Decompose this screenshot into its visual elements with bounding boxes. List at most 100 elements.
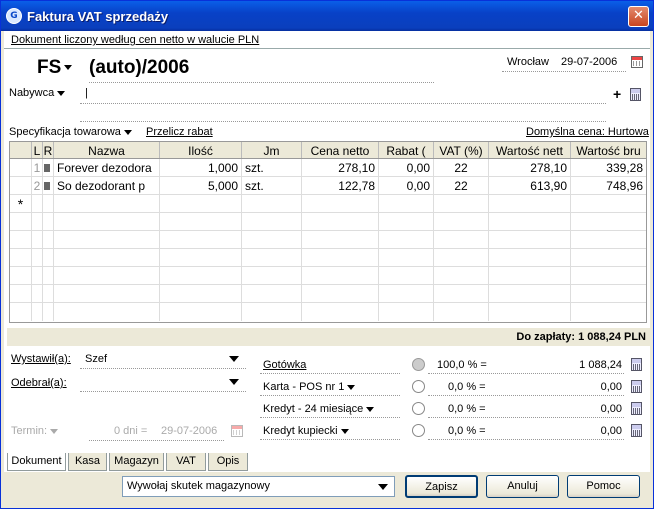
help-button[interactable]: Pomoc	[567, 475, 640, 498]
term-date: 29-07-2006	[161, 425, 218, 437]
empty-row	[10, 267, 646, 285]
buyer-selector[interactable]: Nabywca	[9, 87, 66, 99]
empty-row	[10, 285, 646, 303]
item-name[interactable]: So dezodorant p	[54, 177, 160, 194]
default-price-link[interactable]: Domyślna cena: Hurtowa	[526, 126, 649, 138]
divider	[428, 417, 624, 418]
payment-radio[interactable]	[412, 358, 425, 371]
tab-dokument[interactable]: Dokument	[7, 453, 66, 471]
chevron-down-icon	[347, 384, 356, 390]
payment-method: Karta - POS nr 1	[263, 381, 345, 393]
term-days: 0 dni =	[114, 425, 148, 437]
item-vat[interactable]: 22	[434, 159, 489, 176]
header-indicator	[10, 142, 32, 158]
calculator-icon[interactable]	[631, 424, 642, 437]
payment-method[interactable]: Gotówka	[263, 359, 306, 371]
payment-amount[interactable]: 0,00	[529, 425, 622, 437]
items-table: L R Nazwa Ilość Jm Cena netto Rabat ( VA…	[9, 141, 647, 323]
document-panel: Dokument liczony według cen netto w walu…	[4, 31, 650, 472]
issued-by-combo[interactable]: Szef	[85, 353, 107, 365]
item-vat[interactable]: 22	[434, 177, 489, 194]
column-header[interactable]: L	[32, 142, 43, 158]
payment-method-selector[interactable]: Kredyt kupiecki	[263, 425, 349, 437]
column-header[interactable]: Wartość bru	[571, 142, 646, 158]
payment-percent[interactable]: 0,0 % =	[448, 381, 486, 393]
payment-percent[interactable]: 0,0 % =	[448, 403, 486, 415]
close-button[interactable]: ✕	[628, 6, 649, 27]
chevron-down-icon[interactable]	[229, 356, 239, 362]
column-header[interactable]: Cena netto	[302, 142, 379, 158]
payment-method-selector[interactable]: Kredyt - 24 miesiące	[263, 403, 375, 415]
column-header[interactable]: Jm	[242, 142, 302, 158]
calculator-icon[interactable]	[631, 402, 642, 415]
payment-amount[interactable]: 1 088,24	[529, 359, 622, 371]
payment-method: Kredyt - 24 miesiące	[263, 403, 364, 415]
chevron-down-icon[interactable]	[229, 379, 239, 385]
item-net[interactable]: 613,90	[489, 177, 571, 194]
buyer-card-icon[interactable]	[630, 88, 641, 101]
spec-label: Specyfikacja towarowa	[9, 126, 121, 138]
doc-type-selector[interactable]: FS	[37, 57, 73, 79]
date-field[interactable]: 29-07-2006	[561, 56, 617, 68]
place-field[interactable]: Wrocław	[507, 56, 549, 68]
chevron-down-icon	[366, 406, 375, 412]
item-name[interactable]: Forever dezodora	[54, 159, 160, 176]
item-unit[interactable]: szt.	[242, 177, 302, 194]
column-header[interactable]: VAT (%)	[434, 142, 489, 158]
table-row[interactable]: 2 So dezodorant p 5,000 szt. 122,78 0,00…	[10, 177, 646, 195]
item-gross[interactable]: 339,28	[571, 159, 646, 176]
chevron-down-icon	[123, 129, 132, 135]
divider	[4, 48, 650, 49]
column-header[interactable]: Rabat (	[379, 142, 434, 158]
divider	[260, 439, 400, 440]
payment-radio[interactable]	[412, 380, 425, 393]
item-qty[interactable]: 1,000	[160, 159, 242, 176]
item-unit[interactable]: szt.	[242, 159, 302, 176]
payment-radio[interactable]	[412, 424, 425, 437]
item-discount[interactable]: 0,00	[379, 177, 434, 194]
save-button[interactable]: Zapisz	[405, 475, 478, 498]
cancel-button[interactable]: Anuluj	[486, 475, 559, 498]
add-buyer-icon[interactable]: +	[613, 87, 621, 101]
column-header[interactable]: Ilość	[160, 142, 242, 158]
payment-percent[interactable]: 100,0 % =	[437, 359, 487, 371]
chevron-down-icon	[50, 428, 59, 434]
buyer-input[interactable]: |	[85, 87, 88, 99]
doc-type-label: FS	[37, 57, 62, 78]
column-header[interactable]: Nazwa	[54, 142, 160, 158]
chevron-down-icon	[57, 90, 66, 96]
item-price[interactable]: 122,78	[302, 177, 379, 194]
divider	[428, 373, 624, 374]
item-price[interactable]: 278,10	[302, 159, 379, 176]
new-row[interactable]: *	[10, 195, 646, 213]
payment-radio[interactable]	[412, 402, 425, 415]
tab-opis[interactable]: Opis	[208, 453, 248, 471]
spec-selector[interactable]: Specyfikacja towarowa	[9, 126, 132, 138]
column-header[interactable]: Wartość nett	[489, 142, 571, 158]
tab-vat[interactable]: VAT	[166, 453, 206, 471]
warehouse-effect-select[interactable]: Wywołaj skutek magazynowy	[122, 476, 395, 497]
pricing-note-link[interactable]: Dokument liczony według cen netto w walu…	[11, 34, 259, 46]
divider	[80, 103, 606, 104]
doc-number: (auto)/2006	[89, 57, 190, 78]
calculator-icon[interactable]	[631, 358, 642, 371]
divider	[89, 440, 224, 441]
calculator-icon[interactable]	[631, 380, 642, 393]
empty-row	[10, 303, 646, 321]
calendar-icon[interactable]	[631, 56, 643, 68]
recalc-discount-link[interactable]: Przelicz rabat	[146, 126, 213, 138]
item-discount[interactable]: 0,00	[379, 159, 434, 176]
payment-method-selector[interactable]: Karta - POS nr 1	[263, 381, 356, 393]
issued-by-label: Wystawił(a):	[11, 353, 71, 365]
payment-percent[interactable]: 0,0 % =	[448, 425, 486, 437]
item-net[interactable]: 278,10	[489, 159, 571, 176]
payment-amount[interactable]: 0,00	[529, 381, 622, 393]
tab-kasa[interactable]: Kasa	[68, 453, 107, 471]
term-selector: Termin:	[11, 425, 59, 437]
item-gross[interactable]: 748,96	[571, 177, 646, 194]
payment-amount[interactable]: 0,00	[529, 403, 622, 415]
column-header[interactable]: R	[43, 142, 54, 158]
table-row[interactable]: 1 Forever dezodora 1,000 szt. 278,10 0,0…	[10, 159, 646, 177]
item-qty[interactable]: 5,000	[160, 177, 242, 194]
tab-magazyn[interactable]: Magazyn	[109, 453, 164, 471]
